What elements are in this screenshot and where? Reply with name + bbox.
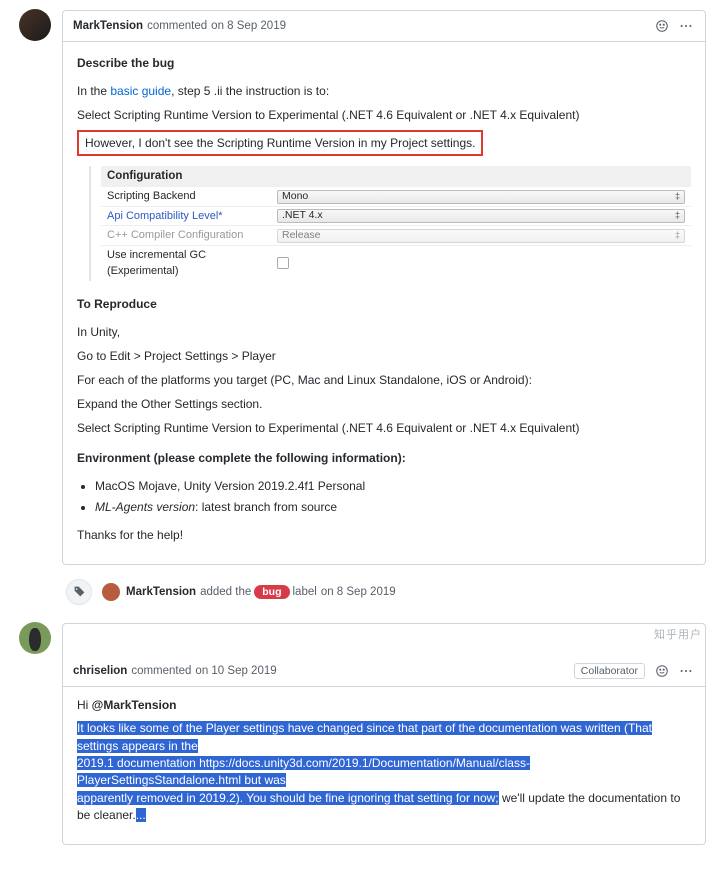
avatar[interactable] xyxy=(102,583,120,601)
timestamp[interactable]: on 8 Sep 2019 xyxy=(321,586,396,598)
timestamp[interactable]: on 8 Sep 2019 xyxy=(211,20,286,32)
highlighted-issue: However, I don't see the Scripting Runti… xyxy=(77,130,483,156)
dropdown-backend[interactable]: Mono‡ xyxy=(277,190,685,204)
config-label: Api Compatibility Level* xyxy=(107,208,277,225)
collaborator-badge: Collaborator xyxy=(574,663,645,679)
selection-line: apparently removed in 2019.2). You shoul… xyxy=(77,791,499,805)
avatar[interactable] xyxy=(19,9,51,41)
list-item: ML-Agents version: latest branch from so… xyxy=(95,498,691,516)
kebab-icon[interactable] xyxy=(677,662,695,680)
list-item: MacOS Mojave, Unity Version 2019.2.4f1 P… xyxy=(95,477,691,495)
env-heading: Environment (please complete the followi… xyxy=(77,449,691,467)
config-label: Use incremental GC (Experimental) xyxy=(107,247,277,280)
timestamp[interactable]: on 10 Sep 2019 xyxy=(195,665,276,677)
checkbox-gc[interactable] xyxy=(277,257,289,269)
chevron-down-icon: ‡ xyxy=(675,229,680,243)
bug-label[interactable]: bug xyxy=(254,585,289,599)
author-link[interactable]: MarkTension xyxy=(126,586,196,598)
selection-ellipsis: ... xyxy=(136,808,146,822)
avatar[interactable] xyxy=(19,622,51,654)
describe-heading: Describe the bug xyxy=(77,54,691,72)
config-row-gc: Use incremental GC (Experimental) xyxy=(101,245,691,281)
mention-link[interactable]: @MarkTension xyxy=(92,698,177,712)
intro-pre: In the xyxy=(77,84,110,98)
env-list: MacOS Mojave, Unity Version 2019.2.4f1 P… xyxy=(95,477,691,516)
repro-step: For each of the platforms you target (PC… xyxy=(77,371,691,389)
config-title: Configuration xyxy=(101,166,691,187)
event-pre: added the xyxy=(200,586,251,598)
author-link[interactable]: MarkTension xyxy=(73,20,143,32)
comment-marktension: MarkTension commented on 8 Sep 2019 Desc… xyxy=(62,10,706,565)
smiley-icon[interactable] xyxy=(653,17,671,35)
chevron-down-icon: ‡ xyxy=(675,190,680,204)
tag-icon xyxy=(66,579,92,605)
action-text: commented xyxy=(131,665,191,677)
label-event: MarkTension added the bug label on 8 Sep… xyxy=(62,579,706,605)
chevron-down-icon: ‡ xyxy=(675,209,680,223)
comment-header: MarkTension commented on 8 Sep 2019 xyxy=(63,11,705,42)
config-label: C++ Compiler Configuration xyxy=(107,227,277,244)
repro-step: In Unity, xyxy=(77,323,691,341)
selection-line: It looks like some of the Player setting… xyxy=(77,721,652,752)
watermark: 知乎用户 xyxy=(654,626,702,642)
event-post: label xyxy=(293,586,317,598)
comment-body: Hi @MarkTension It looks like some of th… xyxy=(63,687,705,845)
repro-step: Select Scripting Runtime Version to Expe… xyxy=(77,419,691,437)
reproduce-heading: To Reproduce xyxy=(77,295,691,313)
config-panel: Configuration Scripting Backend Mono‡ Ap… xyxy=(89,166,691,281)
comment-body: Describe the bug In the basic guide, ste… xyxy=(63,42,705,564)
selection-line: 2019.1 documentation https://docs.unity3… xyxy=(77,756,530,787)
smiley-icon[interactable] xyxy=(653,662,671,680)
basic-guide-link[interactable]: basic guide xyxy=(110,84,171,98)
config-row-api: Api Compatibility Level* .NET 4.x‡ xyxy=(101,206,691,226)
repro-step: Expand the Other Settings section. xyxy=(77,395,691,413)
dropdown-cpp: Release‡ xyxy=(277,229,685,243)
instruction-line: Select Scripting Runtime Version to Expe… xyxy=(77,106,691,124)
config-row-backend: Scripting Backend Mono‡ xyxy=(101,187,691,206)
thanks-text: Thanks for the help! xyxy=(77,526,691,544)
greet-pre: Hi xyxy=(77,698,92,712)
dropdown-api[interactable]: .NET 4.x‡ xyxy=(277,209,685,223)
intro-post: , step 5 .ii the instruction is to: xyxy=(171,84,329,98)
repro-step: Go to Edit > Project Settings > Player xyxy=(77,347,691,365)
action-text: commented xyxy=(147,20,207,32)
comment-chriselion: chriselion commented on 10 Sep 2019 Coll… xyxy=(62,623,706,846)
kebab-icon[interactable] xyxy=(677,17,695,35)
config-row-cpp: C++ Compiler Configuration Release‡ xyxy=(101,225,691,245)
author-link[interactable]: chriselion xyxy=(73,665,127,677)
config-label: Scripting Backend xyxy=(107,188,277,205)
comment-header: chriselion commented on 10 Sep 2019 Coll… xyxy=(63,656,705,687)
